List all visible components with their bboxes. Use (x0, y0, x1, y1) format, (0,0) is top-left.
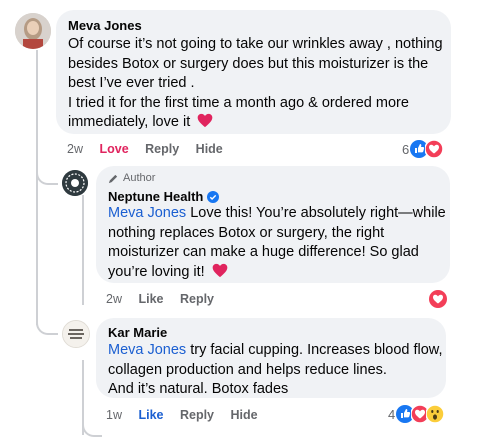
comment-timestamp[interactable]: 1w (106, 408, 122, 422)
wow-reaction-icon (426, 405, 445, 423)
comment-line: immediately, love it (68, 114, 191, 130)
red-heart-emoji-icon (197, 113, 213, 128)
neptune-logo-icon (62, 170, 88, 196)
avatar[interactable] (62, 170, 88, 196)
verified-badge-icon (207, 190, 220, 203)
comment-author[interactable]: Kar Marie (108, 325, 167, 340)
hide-button[interactable]: Hide (231, 408, 258, 422)
mention-link[interactable]: Meva Jones (108, 342, 186, 358)
comment-line: you’re loving it! (108, 263, 205, 280)
comment-text: Meva Jones Love this! You’re absolutely … (108, 204, 448, 282)
comment-author[interactable]: Neptune Health (108, 189, 203, 204)
comment-timestamp[interactable]: 2w (106, 292, 122, 306)
red-heart-emoji-icon (212, 263, 228, 277)
reply-button[interactable]: Reply (180, 292, 214, 306)
author-badge-label: Author (123, 172, 156, 184)
comment-line: moisturizer can make a huge difference! … (108, 244, 419, 260)
comment-line: nothing replaces Botox or surgery, the r… (108, 224, 385, 241)
thread-connector (82, 410, 102, 437)
comment-text: Of course it’s not going to take our wri… (68, 35, 448, 133)
comment-author[interactable]: Meva Jones (68, 18, 142, 33)
comment-line: best I’ve ever tried . (68, 75, 195, 91)
comment-timestamp[interactable]: 2w (67, 142, 83, 156)
avatar[interactable] (62, 320, 90, 348)
reply-button[interactable]: Reply (145, 142, 179, 156)
comment-line: I tried it for the first time a month ag… (68, 94, 409, 111)
profile-photo-icon (63, 321, 89, 347)
reaction-summary[interactable]: 6 (402, 140, 444, 158)
comment-line: besides Botox or surgery does but this m… (68, 55, 429, 72)
pencil-icon (108, 174, 118, 183)
comment-line: collagen production and helps reduce lin… (108, 361, 387, 378)
comment-actions: 2w Love Reply Hide (67, 142, 236, 156)
love-reaction-icon (425, 140, 444, 158)
reaction-summary[interactable] (429, 290, 447, 313)
reply-actions: 2w Like Reply (106, 292, 227, 306)
reply-bubble: Author Neptune Health Meva Jones Love th… (96, 166, 450, 283)
reply-bubble: Kar Marie Meva Jones try facial cupping.… (96, 318, 446, 398)
like-button[interactable]: Like (138, 408, 163, 422)
comment-line: try facial cupping. Increases blood flow… (186, 342, 443, 358)
thread-connector (36, 150, 58, 185)
reaction-count: 4 (388, 406, 396, 422)
hide-button[interactable]: Hide (196, 142, 223, 156)
love-reaction-button[interactable]: Love (99, 142, 128, 156)
reaction-summary[interactable]: 4 (388, 405, 445, 423)
reaction-count: 6 (402, 141, 410, 157)
love-reaction-icon (429, 290, 447, 308)
reply-button[interactable]: Reply (180, 408, 214, 422)
thread-line (82, 195, 84, 305)
reply-actions: 1w Like Reply Hide (106, 408, 271, 422)
profile-photo-icon (15, 13, 51, 49)
comment-bubble: Meva Jones Of course it’s not going to t… (56, 10, 451, 134)
comment-line: Love this! You’re absolutely right—while (186, 205, 446, 221)
mention-link[interactable]: Meva Jones (108, 205, 186, 221)
author-badge: Author (108, 172, 155, 184)
avatar[interactable] (15, 13, 51, 49)
comment-line: Of course it’s not going to take our wri… (68, 36, 443, 52)
like-button[interactable]: Like (138, 292, 163, 306)
reply-header: Neptune Health (108, 189, 220, 204)
comment-text: Meva Jones try facial cupping. Increases… (108, 341, 444, 400)
comment-line: And it’s natural. Botox fades (108, 381, 289, 397)
thread-connector (36, 300, 58, 335)
